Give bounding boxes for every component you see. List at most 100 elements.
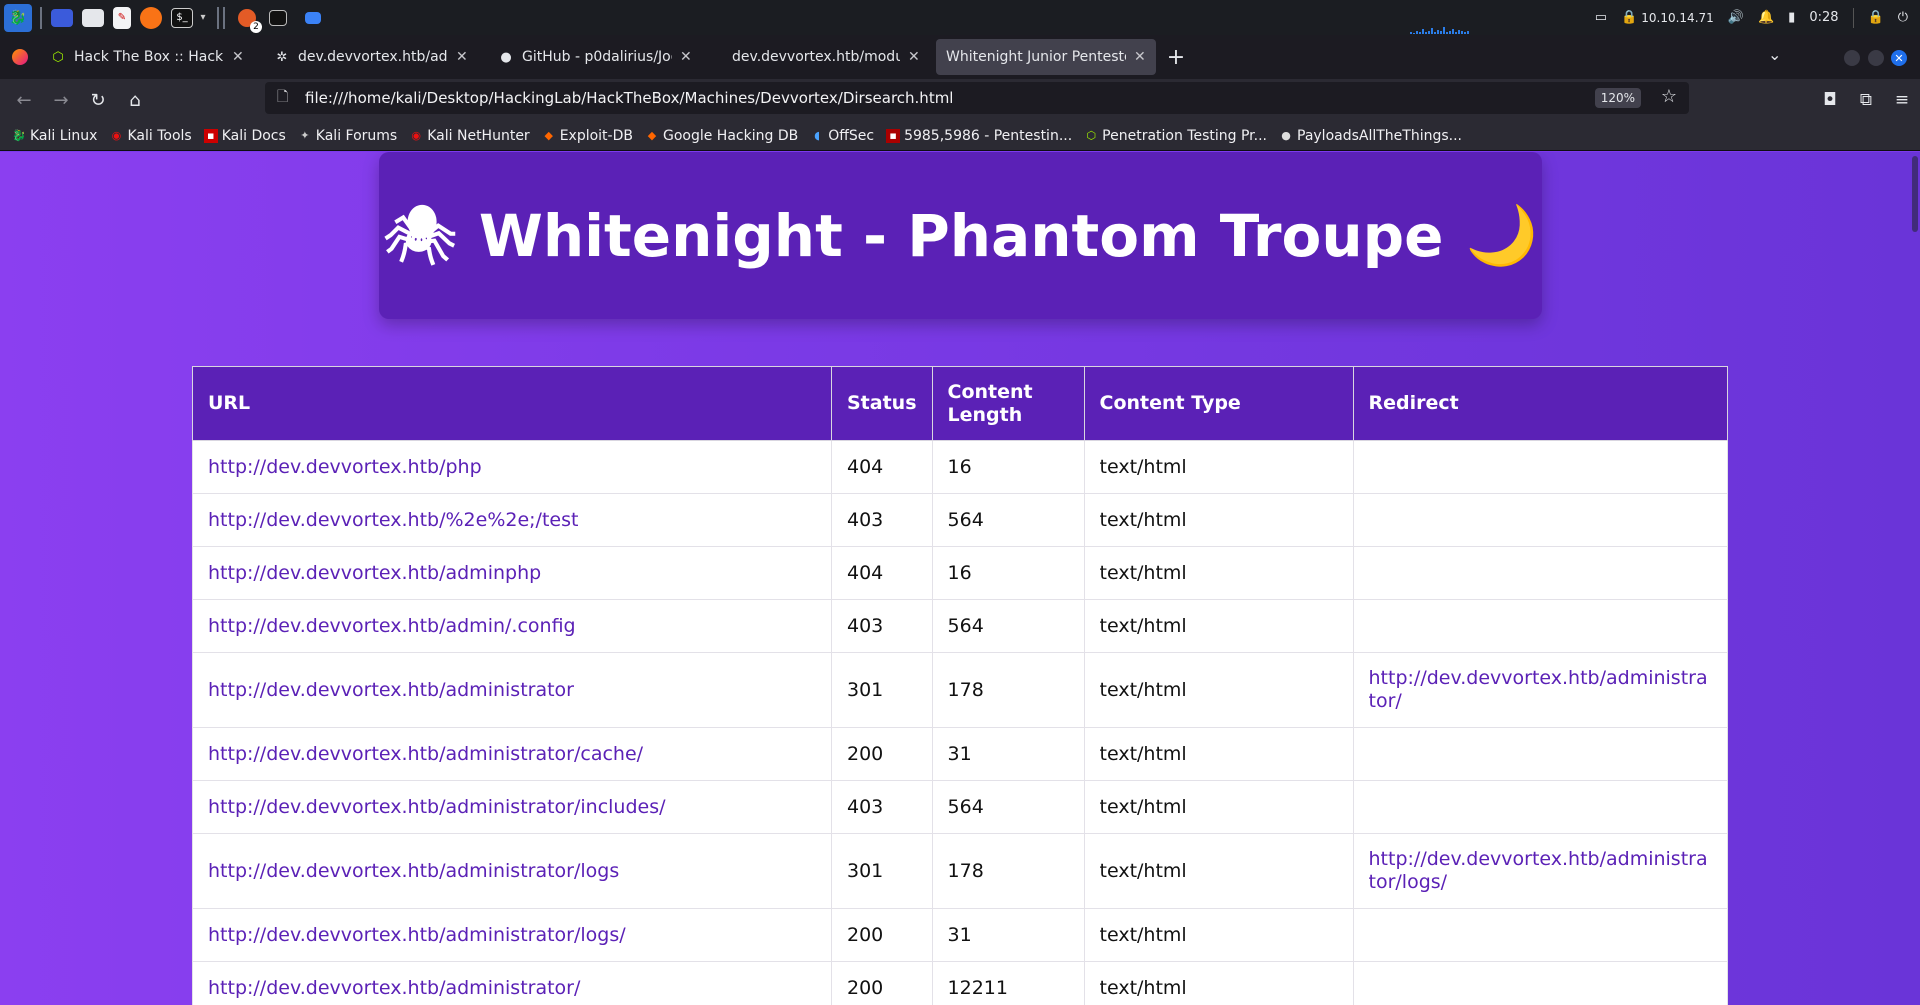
workspace-icon[interactable] [51, 8, 73, 27]
forward-arrow-icon[interactable]: → [43, 82, 79, 118]
url-link[interactable]: http://dev.devvortex.htb/administrator/ [208, 977, 580, 999]
tab-dev-modules[interactable]: dev.devvortex.htb/modules/ ✕ [712, 39, 936, 75]
url-link[interactable]: http://dev.devvortex.htb/adminphp [208, 562, 541, 584]
clock[interactable]: 0:28 [1809, 10, 1838, 25]
type-cell: text/html [1083, 908, 1354, 962]
folder-window-icon[interactable] [305, 11, 321, 24]
bookmark-exploit-db[interactable]: ◆ Exploit-DB [542, 128, 633, 144]
minimize-button[interactable] [1844, 50, 1860, 66]
burp-taskbar-icon[interactable]: 2 [234, 5, 262, 33]
bookmark-penetration-testing[interactable]: ⬡ Penetration Testing Pr... [1084, 128, 1267, 144]
chevron-down-icon[interactable]: ▾ [197, 5, 209, 31]
joomla-icon: ✲ [276, 49, 288, 65]
bookmark-kali-linux[interactable]: 🐉 Kali Linux [12, 128, 97, 144]
bookmark-pentest-5985[interactable]: ▪ 5985,5986 - Pentestin... [886, 128, 1072, 144]
table-row: http://dev.devvortex.htb/administrator 3… [192, 652, 1729, 728]
close-tab-icon[interactable]: ✕ [680, 49, 692, 65]
bookmark-kali-nethunter[interactable]: ◉ Kali NetHunter [409, 128, 529, 144]
terminal-icon[interactable]: $_ [171, 7, 193, 28]
close-tab-icon[interactable]: ✕ [908, 49, 920, 65]
kali-menu-icon[interactable]: 🐉 [4, 3, 32, 32]
file-manager-icon[interactable] [82, 8, 104, 27]
kali-docs-icon: ▪ [203, 128, 218, 143]
bookmark-kali-tools[interactable]: ◉ Kali Tools [109, 127, 192, 144]
close-tab-icon[interactable]: ✕ [232, 49, 244, 65]
tab-hack-the-box[interactable]: ⬡ Hack The Box :: Hack The ✕ [40, 39, 264, 75]
bookmark-offsec[interactable]: ◖ OffSec [810, 128, 874, 144]
vpn-icon: 🔒 [1621, 10, 1638, 25]
url-link[interactable]: http://dev.devvortex.htb/administrator/l… [208, 860, 619, 882]
bookmark-google-hacking-db[interactable]: ◆ Google Hacking DB [645, 128, 798, 144]
tab-github[interactable]: ● GitHub - p0dalirius/Joom ✕ [488, 39, 712, 75]
list-all-tabs-icon[interactable]: ⌄ [1768, 45, 1781, 64]
bookmark-label: Kali Tools [127, 127, 192, 144]
zoom-level-button[interactable]: 120% [1594, 88, 1641, 108]
extensions-icon[interactable]: ⧉ [1854, 82, 1878, 118]
navigation-toolbar: ← → ↻ ⌂ 🗋 file:///home/kali/Desktop/Hack… [0, 79, 1920, 121]
url-link[interactable]: http://dev.devvortex.htb/administrator [208, 679, 574, 701]
window-list-icon[interactable]: ▭ [1595, 10, 1607, 25]
firefox-view-button[interactable] [0, 39, 40, 75]
url-link[interactable]: http://dev.devvortex.htb/admin/.config [208, 615, 576, 637]
kali-forums-icon: ✦ [300, 129, 310, 142]
length-cell: 178 [931, 652, 1085, 728]
volume-icon[interactable]: 🔊 [1728, 10, 1744, 25]
url-link[interactable]: http://dev.devvortex.htb/administrator/i… [208, 796, 666, 818]
bookmark-payloads[interactable]: ● PayloadsAllTheThings... [1279, 128, 1462, 144]
redirect-cell: http://dev.devvortex.htb/administrator/ [1352, 652, 1729, 728]
tab-whitenight-active[interactable]: Whitenight Junior Pentester ✕ [936, 39, 1156, 75]
ghdb-icon: ◆ [647, 129, 657, 142]
notification-bell-icon[interactable]: 🔔 [1758, 10, 1774, 25]
redirect-cell [1352, 727, 1729, 781]
bookmark-label: 5985,5986 - Pentestin... [904, 127, 1073, 144]
status-cell: 403 [831, 599, 933, 653]
os-taskbar: 🐉 ✎ $_ ▾ 2 ▭ 🔒 10.10.14.71 🔊 🔔 ▮ 0:28 🔒 … [0, 0, 1920, 35]
bookmark-kali-forums[interactable]: ✦ Kali Forums [298, 128, 397, 144]
maximize-button[interactable] [1868, 50, 1884, 66]
status-cell: 200 [831, 727, 933, 781]
url-link[interactable]: http://dev.devvortex.htb/administrator/c… [208, 743, 643, 765]
url-cell: http://dev.devvortex.htb/administrator/l… [192, 833, 832, 909]
offsec-icon: ◖ [814, 129, 821, 142]
reload-icon[interactable]: ↻ [80, 82, 116, 118]
power-icon[interactable]: ⏻ [1898, 10, 1908, 25]
redirect-cell [1352, 961, 1729, 1005]
length-cell: 16 [931, 546, 1085, 600]
close-tab-icon[interactable]: ✕ [456, 49, 468, 65]
firefox-icon[interactable] [140, 6, 162, 29]
close-tab-icon[interactable]: ✕ [1134, 49, 1146, 65]
table-row: http://dev.devvortex.htb/administrator/ … [192, 961, 1729, 1005]
redirect-cell: http://dev.devvortex.htb/administrator/l… [1352, 833, 1729, 909]
page-scrollbar-thumb[interactable] [1912, 156, 1918, 232]
text-editor-icon[interactable]: ✎ [113, 6, 131, 29]
hamburger-menu-icon[interactable]: ≡ [1890, 82, 1914, 118]
type-cell: text/html [1083, 727, 1354, 781]
tab-dev-admin[interactable]: ✲ dev.devvortex.htb/admin ✕ [264, 39, 488, 75]
url-cell: http://dev.devvortex.htb/php [192, 440, 832, 494]
lock-screen-icon[interactable]: 🔒 [1868, 10, 1884, 25]
bookmark-star-icon[interactable]: ☆ [1661, 86, 1677, 107]
pocket-icon[interactable]: ◘ [1818, 82, 1842, 118]
back-arrow-icon[interactable]: ← [6, 82, 42, 118]
url-link[interactable]: http://dev.devvortex.htb/php [208, 456, 482, 478]
status-cell: 404 [831, 546, 933, 600]
new-tab-button[interactable]: + [1156, 45, 1196, 70]
address-url[interactable]: file:///home/kali/Desktop/HackingLab/Hac… [305, 89, 953, 107]
bookmark-kali-docs[interactable]: ▪ Kali Docs [203, 128, 286, 144]
address-bar[interactable]: 🗋 file:///home/kali/Desktop/HackingLab/H… [265, 82, 1689, 114]
url-link[interactable]: http://dev.devvortex.htb/administrator/l… [208, 924, 626, 946]
redirect-link[interactable]: http://dev.devvortex.htb/administrator/ [1369, 667, 1708, 712]
close-window-button[interactable]: ✕ [1891, 50, 1907, 66]
url-link[interactable]: http://dev.devvortex.htb/%2e%2e;/test [208, 509, 578, 531]
status-cell: 404 [831, 440, 933, 494]
results-table: URL Status Content Length Content Type R… [192, 366, 1729, 1005]
kali-dragon-icon: 🐉 [12, 129, 26, 142]
htb-icon: ⬡ [1086, 129, 1096, 142]
redirect-link[interactable]: http://dev.devvortex.htb/administrator/l… [1369, 848, 1708, 893]
terminal-window-icon[interactable] [269, 9, 287, 26]
home-icon[interactable]: ⌂ [117, 82, 153, 118]
github-icon: ● [500, 49, 512, 65]
column-header-status: Status [831, 366, 933, 441]
type-cell: text/html [1083, 493, 1354, 547]
column-header-content-type: Content Type [1083, 366, 1354, 441]
